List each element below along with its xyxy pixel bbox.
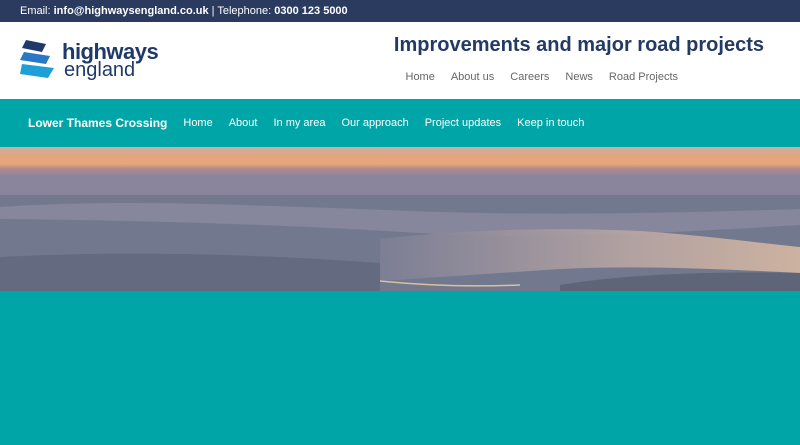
nav-brand[interactable]: Lower Thames Crossing [28,116,167,130]
contact-separator: | [211,5,215,17]
hero-aerial-image [0,147,800,291]
phone-label: Telephone: [217,5,272,17]
logo-mark-icon [20,40,54,78]
email-label: Email: [20,5,51,17]
content-area [0,291,800,445]
nav-item-about[interactable]: About [229,117,258,129]
nav-item-project-updates[interactable]: Project updates [425,117,501,129]
util-nav-about-us[interactable]: About us [451,71,494,83]
util-nav-home[interactable]: Home [406,71,435,83]
site-title: Improvements and major road projects [393,34,764,56]
site-header: highways england Improvements and major … [0,22,800,99]
phone-number[interactable]: 0300 123 5000 [274,5,347,17]
util-nav-news[interactable]: News [565,71,593,83]
hero-landscape-image [0,147,800,291]
nav-item-our-approach[interactable]: Our approach [341,117,408,129]
nav-item-home[interactable]: Home [183,117,212,129]
utility-nav: Home About us Careers News Road Projects [406,71,679,83]
main-nav: Lower Thames Crossing Home About In my a… [0,99,800,147]
nav-item-keep-in-touch[interactable]: Keep in touch [517,117,584,129]
email-link[interactable]: info@highwaysengland.co.uk [54,5,209,17]
util-nav-careers[interactable]: Careers [510,71,549,83]
util-nav-road-projects[interactable]: Road Projects [609,71,678,83]
logo-wordmark: highways england [62,41,159,81]
contact-bar: Email: info@highwaysengland.co.uk | Tele… [0,0,800,22]
nav-item-in-my-area[interactable]: In my area [273,117,325,129]
highways-england-logo[interactable]: highways england [20,40,160,104]
